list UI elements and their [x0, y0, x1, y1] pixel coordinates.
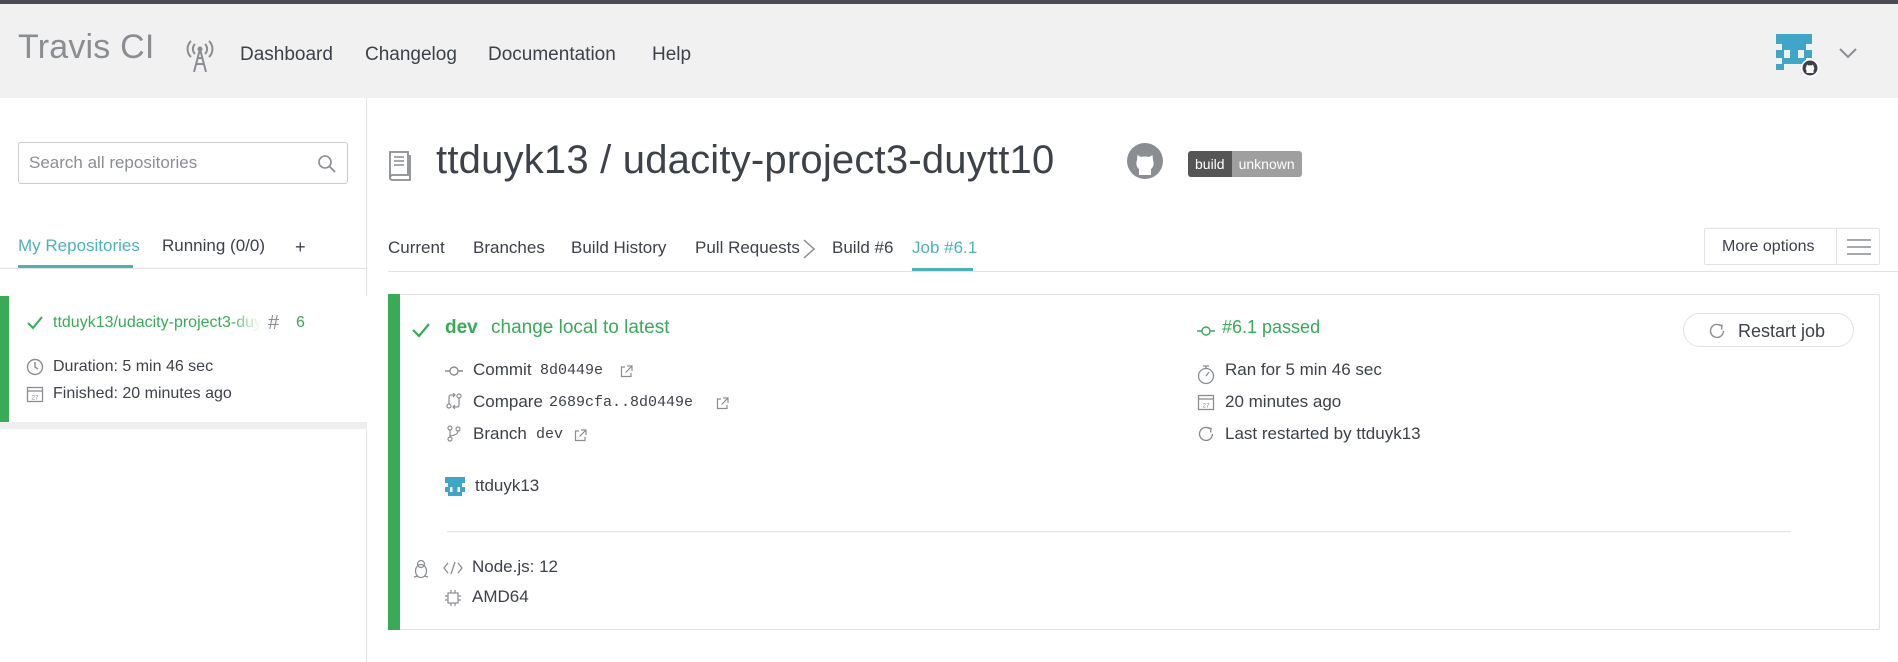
- badge-value: unknown: [1231, 151, 1302, 177]
- job-card: dev change local to latest Commit 8d0449…: [388, 294, 1880, 630]
- code-icon: [443, 561, 463, 575]
- tab-build-history[interactable]: Build History: [571, 238, 666, 258]
- commit-hash-link[interactable]: 8d0449e: [540, 362, 603, 379]
- repo-duration: Duration: 5 min 46 sec: [53, 358, 214, 375]
- branch-name-link[interactable]: dev: [536, 426, 563, 443]
- repo-card[interactable]: ttduyk13/udacity-project3-duytt10 # 6 Du…: [0, 296, 367, 429]
- compare-icon: [446, 393, 462, 409]
- nav-help[interactable]: Help: [652, 44, 691, 66]
- tab-running[interactable]: Running (0/0): [162, 236, 265, 256]
- stopwatch-icon: [1197, 365, 1215, 385]
- compare-range-link[interactable]: 2689cfa..8d0449e: [549, 394, 693, 411]
- tab-build-6[interactable]: Build #6: [832, 238, 893, 258]
- tab-pull-requests[interactable]: Pull Requests: [695, 238, 800, 258]
- top-header: Travis CI Dashboard Changelog Documentat…: [0, 4, 1898, 98]
- commit-icon: [1197, 326, 1215, 336]
- sidebar: My Repositories Running (0/0) + ttduyk13…: [0, 98, 367, 662]
- more-options-label: More options: [1722, 238, 1815, 255]
- cpu-icon: [445, 590, 461, 606]
- clock-icon: [26, 358, 44, 376]
- arch-info: AMD64: [472, 587, 529, 606]
- tab-divider: [0, 268, 367, 269]
- tab-job-6-1[interactable]: Job #6.1: [912, 238, 977, 258]
- nav-dashboard[interactable]: Dashboard: [240, 44, 333, 66]
- user-avatar[interactable]: [1774, 32, 1820, 78]
- book-icon: [389, 151, 411, 181]
- commit-label: Commit: [473, 360, 532, 379]
- main-content: ttduyk13 / udacity-project3-duytt10 buil…: [368, 98, 1898, 662]
- badge-label: build: [1188, 151, 1232, 177]
- calendar-icon: 27: [26, 386, 44, 403]
- repo-name-link[interactable]: ttduyk13/udacity-project3-duytt10: [53, 314, 261, 332]
- github-icon[interactable]: [1126, 142, 1164, 180]
- repo-finished: Finished: 20 minutes ago: [53, 385, 232, 402]
- restart-job-label: Restart job: [1738, 321, 1826, 341]
- author-avatar: [445, 477, 465, 496]
- finished-time: 20 minutes ago: [1225, 392, 1342, 411]
- build-status-badge: build unknown: [1188, 151, 1302, 177]
- hash-icon: #: [268, 312, 280, 334]
- travis-logo[interactable]: Travis CI: [18, 28, 155, 67]
- ran-for: Ran for 5 min 46 sec: [1225, 360, 1382, 379]
- tab-current[interactable]: Current: [388, 238, 445, 258]
- antenna-icon: [186, 40, 214, 73]
- external-link-icon[interactable]: [716, 397, 729, 410]
- job-divider: [447, 531, 1791, 532]
- language-info: Node.js: 12: [472, 557, 558, 576]
- search-field[interactable]: [18, 142, 348, 184]
- search-input[interactable]: [29, 153, 299, 173]
- menu-icon: [1847, 239, 1871, 255]
- svg-text:27: 27: [31, 395, 39, 402]
- branch-label: Branch: [473, 424, 527, 443]
- repo-title: ttduyk13 / udacity-project3-duytt10: [436, 138, 1055, 182]
- tab-divider: [388, 271, 1898, 272]
- commit-icon: [445, 366, 463, 376]
- check-icon: [412, 323, 430, 338]
- chevron-down-icon[interactable]: [1838, 46, 1858, 60]
- last-restarted: Last restarted by ttduyk13: [1225, 424, 1421, 443]
- breadcrumb-chevron-icon: [803, 239, 816, 259]
- restart-job-button[interactable]: Restart job: [1683, 313, 1854, 347]
- add-repository-button[interactable]: +: [295, 237, 306, 258]
- job-status: #6.1 passed: [1222, 317, 1321, 337]
- job-status-bar: [388, 294, 400, 630]
- external-link-icon[interactable]: [574, 429, 587, 442]
- active-tab-indicator: [912, 268, 973, 271]
- tab-my-repositories[interactable]: My Repositories: [18, 236, 140, 256]
- job-branch[interactable]: dev: [445, 317, 478, 339]
- nav-changelog[interactable]: Changelog: [365, 44, 457, 66]
- restart-icon: [1198, 426, 1214, 442]
- card-shadow: [0, 422, 367, 429]
- nav-documentation[interactable]: Documentation: [488, 44, 616, 66]
- author-name: ttduyk13: [475, 476, 540, 495]
- more-options-separator: [1836, 229, 1837, 264]
- external-link-icon[interactable]: [620, 365, 633, 378]
- restart-icon: [1709, 323, 1725, 339]
- svg-text:27: 27: [1202, 403, 1210, 410]
- active-tab-indicator: [18, 265, 133, 268]
- status-bar: [0, 296, 9, 422]
- tab-branches[interactable]: Branches: [473, 238, 545, 258]
- branch-icon: [447, 425, 461, 442]
- commit-message: change local to latest: [491, 317, 670, 338]
- search-icon[interactable]: [317, 154, 337, 174]
- compare-label: Compare: [473, 392, 543, 411]
- build-number-link[interactable]: 6: [296, 314, 305, 332]
- linux-icon: [413, 559, 429, 579]
- more-options-button[interactable]: More options: [1704, 228, 1880, 265]
- check-icon: [27, 316, 43, 330]
- calendar-icon: 27: [1197, 394, 1215, 411]
